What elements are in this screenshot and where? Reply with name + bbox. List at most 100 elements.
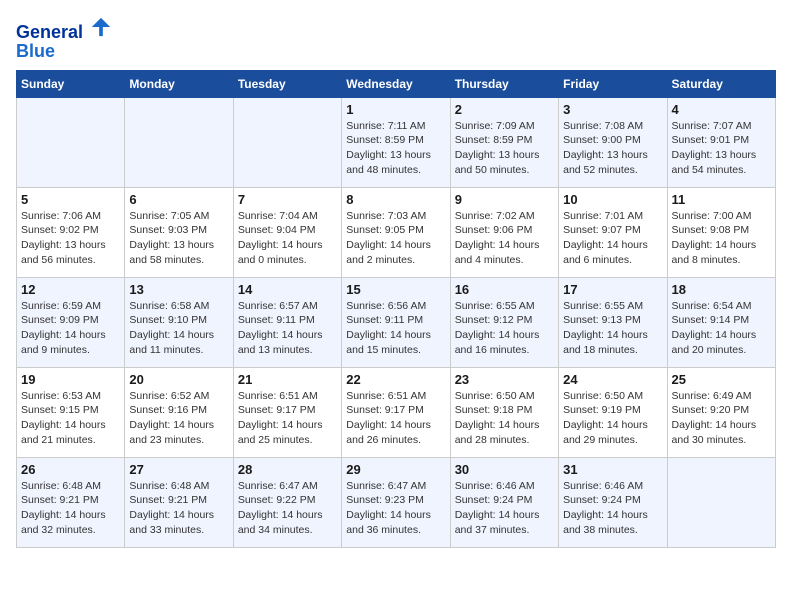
calendar-cell: 11 Sunrise: 7:00 AM Sunset: 9:08 PM Dayli… <box>667 187 775 277</box>
calendar-cell: 4 Sunrise: 7:07 AM Sunset: 9:01 PM Daylig… <box>667 97 775 187</box>
logo: General Blue <box>16 16 112 62</box>
calendar-cell <box>233 97 341 187</box>
day-info: Sunrise: 7:07 AM Sunset: 9:01 PM Dayligh… <box>672 119 771 178</box>
weekday-header-friday: Friday <box>559 70 667 97</box>
day-number: 22 <box>346 372 445 387</box>
weekday-header-thursday: Thursday <box>450 70 558 97</box>
day-number: 2 <box>455 102 554 117</box>
day-number: 8 <box>346 192 445 207</box>
day-info: Sunrise: 6:56 AM Sunset: 9:11 PM Dayligh… <box>346 299 445 358</box>
day-number: 19 <box>21 372 120 387</box>
weekday-header-saturday: Saturday <box>667 70 775 97</box>
day-info: Sunrise: 6:46 AM Sunset: 9:24 PM Dayligh… <box>563 479 662 538</box>
day-number: 4 <box>672 102 771 117</box>
day-number: 7 <box>238 192 337 207</box>
day-info: Sunrise: 6:54 AM Sunset: 9:14 PM Dayligh… <box>672 299 771 358</box>
calendar-cell: 12 Sunrise: 6:59 AM Sunset: 9:09 PM Dayli… <box>17 277 125 367</box>
day-info: Sunrise: 7:02 AM Sunset: 9:06 PM Dayligh… <box>455 209 554 268</box>
week-row-3: 12 Sunrise: 6:59 AM Sunset: 9:09 PM Dayli… <box>17 277 776 367</box>
calendar-cell <box>667 457 775 547</box>
day-number: 11 <box>672 192 771 207</box>
day-number: 9 <box>455 192 554 207</box>
weekday-header-tuesday: Tuesday <box>233 70 341 97</box>
calendar-cell: 13 Sunrise: 6:58 AM Sunset: 9:10 PM Dayli… <box>125 277 233 367</box>
week-row-5: 26 Sunrise: 6:48 AM Sunset: 9:21 PM Dayli… <box>17 457 776 547</box>
calendar-cell: 3 Sunrise: 7:08 AM Sunset: 9:00 PM Daylig… <box>559 97 667 187</box>
calendar-cell: 26 Sunrise: 6:48 AM Sunset: 9:21 PM Dayli… <box>17 457 125 547</box>
day-info: Sunrise: 6:55 AM Sunset: 9:13 PM Dayligh… <box>563 299 662 358</box>
week-row-2: 5 Sunrise: 7:06 AM Sunset: 9:02 PM Daylig… <box>17 187 776 277</box>
day-number: 14 <box>238 282 337 297</box>
day-info: Sunrise: 6:52 AM Sunset: 9:16 PM Dayligh… <box>129 389 228 448</box>
day-info: Sunrise: 7:08 AM Sunset: 9:00 PM Dayligh… <box>563 119 662 178</box>
week-row-1: 1 Sunrise: 7:11 AM Sunset: 8:59 PM Daylig… <box>17 97 776 187</box>
calendar-cell: 28 Sunrise: 6:47 AM Sunset: 9:22 PM Dayli… <box>233 457 341 547</box>
page-header: General Blue <box>16 16 776 62</box>
day-info: Sunrise: 6:58 AM Sunset: 9:10 PM Dayligh… <box>129 299 228 358</box>
day-info: Sunrise: 7:05 AM Sunset: 9:03 PM Dayligh… <box>129 209 228 268</box>
day-info: Sunrise: 7:09 AM Sunset: 8:59 PM Dayligh… <box>455 119 554 178</box>
day-number: 26 <box>21 462 120 477</box>
day-info: Sunrise: 6:51 AM Sunset: 9:17 PM Dayligh… <box>238 389 337 448</box>
day-info: Sunrise: 6:53 AM Sunset: 9:15 PM Dayligh… <box>21 389 120 448</box>
day-number: 21 <box>238 372 337 387</box>
day-number: 25 <box>672 372 771 387</box>
logo-text: General <box>16 16 112 43</box>
day-number: 5 <box>21 192 120 207</box>
day-info: Sunrise: 7:06 AM Sunset: 9:02 PM Dayligh… <box>21 209 120 268</box>
day-number: 15 <box>346 282 445 297</box>
calendar-cell: 31 Sunrise: 6:46 AM Sunset: 9:24 PM Dayli… <box>559 457 667 547</box>
calendar-cell: 15 Sunrise: 6:56 AM Sunset: 9:11 PM Dayli… <box>342 277 450 367</box>
day-number: 29 <box>346 462 445 477</box>
calendar-cell: 20Sunrise: 6:52 AM Sunset: 9:16 PM Dayli… <box>125 367 233 457</box>
weekday-header-sunday: Sunday <box>17 70 125 97</box>
calendar-cell: 7Sunrise: 7:04 AM Sunset: 9:04 PM Daylig… <box>233 187 341 277</box>
calendar-cell <box>17 97 125 187</box>
calendar-cell: 5 Sunrise: 7:06 AM Sunset: 9:02 PM Daylig… <box>17 187 125 277</box>
calendar-cell: 17Sunrise: 6:55 AM Sunset: 9:13 PM Dayli… <box>559 277 667 367</box>
calendar-cell: 1 Sunrise: 7:11 AM Sunset: 8:59 PM Daylig… <box>342 97 450 187</box>
weekday-header-monday: Monday <box>125 70 233 97</box>
calendar-cell: 30 Sunrise: 6:46 AM Sunset: 9:24 PM Dayli… <box>450 457 558 547</box>
day-number: 27 <box>129 462 228 477</box>
calendar-cell: 14Sunrise: 6:57 AM Sunset: 9:11 PM Dayli… <box>233 277 341 367</box>
calendar-cell: 27Sunrise: 6:48 AM Sunset: 9:21 PM Dayli… <box>125 457 233 547</box>
day-number: 30 <box>455 462 554 477</box>
day-number: 6 <box>129 192 228 207</box>
day-number: 13 <box>129 282 228 297</box>
day-number: 12 <box>21 282 120 297</box>
calendar-cell: 9 Sunrise: 7:02 AM Sunset: 9:06 PM Daylig… <box>450 187 558 277</box>
day-info: Sunrise: 6:48 AM Sunset: 9:21 PM Dayligh… <box>21 479 120 538</box>
day-info: Sunrise: 6:55 AM Sunset: 9:12 PM Dayligh… <box>455 299 554 358</box>
day-info: Sunrise: 7:00 AM Sunset: 9:08 PM Dayligh… <box>672 209 771 268</box>
day-info: Sunrise: 6:50 AM Sunset: 9:19 PM Dayligh… <box>563 389 662 448</box>
calendar-cell: 21 Sunrise: 6:51 AM Sunset: 9:17 PM Dayli… <box>233 367 341 457</box>
day-number: 16 <box>455 282 554 297</box>
calendar-cell: 6 Sunrise: 7:05 AM Sunset: 9:03 PM Daylig… <box>125 187 233 277</box>
calendar-cell: 16 Sunrise: 6:55 AM Sunset: 9:12 PM Dayli… <box>450 277 558 367</box>
calendar-cell: 2 Sunrise: 7:09 AM Sunset: 8:59 PM Daylig… <box>450 97 558 187</box>
day-info: Sunrise: 7:11 AM Sunset: 8:59 PM Dayligh… <box>346 119 445 178</box>
day-info: Sunrise: 6:46 AM Sunset: 9:24 PM Dayligh… <box>455 479 554 538</box>
day-number: 1 <box>346 102 445 117</box>
day-info: Sunrise: 7:03 AM Sunset: 9:05 PM Dayligh… <box>346 209 445 268</box>
day-number: 3 <box>563 102 662 117</box>
day-number: 10 <box>563 192 662 207</box>
calendar-cell: 25Sunrise: 6:49 AM Sunset: 9:20 PM Dayli… <box>667 367 775 457</box>
weekday-header-row: SundayMondayTuesdayWednesdayThursdayFrid… <box>17 70 776 97</box>
day-info: Sunrise: 6:47 AM Sunset: 9:22 PM Dayligh… <box>238 479 337 538</box>
day-number: 28 <box>238 462 337 477</box>
weekday-header-wednesday: Wednesday <box>342 70 450 97</box>
day-info: Sunrise: 7:01 AM Sunset: 9:07 PM Dayligh… <box>563 209 662 268</box>
week-row-4: 19 Sunrise: 6:53 AM Sunset: 9:15 PM Dayli… <box>17 367 776 457</box>
day-info: Sunrise: 6:59 AM Sunset: 9:09 PM Dayligh… <box>21 299 120 358</box>
calendar-table: SundayMondayTuesdayWednesdayThursdayFrid… <box>16 70 776 548</box>
calendar-cell: 24 Sunrise: 6:50 AM Sunset: 9:19 PM Dayli… <box>559 367 667 457</box>
day-number: 24 <box>563 372 662 387</box>
calendar-cell <box>125 97 233 187</box>
day-number: 18 <box>672 282 771 297</box>
day-number: 31 <box>563 462 662 477</box>
calendar-cell: 8 Sunrise: 7:03 AM Sunset: 9:05 PM Daylig… <box>342 187 450 277</box>
calendar-cell: 19 Sunrise: 6:53 AM Sunset: 9:15 PM Dayli… <box>17 367 125 457</box>
day-info: Sunrise: 6:50 AM Sunset: 9:18 PM Dayligh… <box>455 389 554 448</box>
